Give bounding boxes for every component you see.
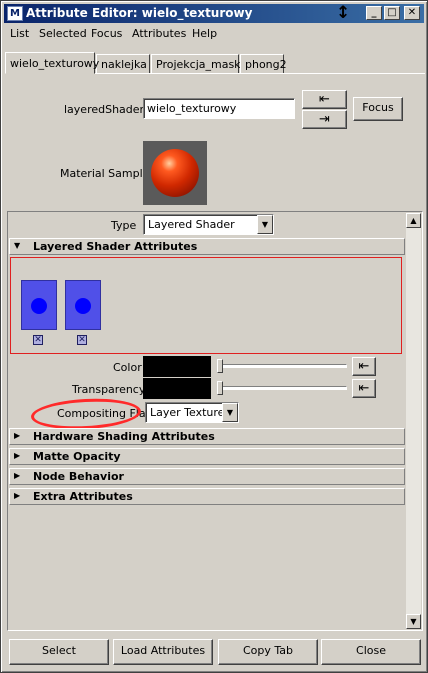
collapsed-arrow-icon: ▶ <box>14 431 21 440</box>
color-map-button[interactable]: ⇤ <box>352 357 376 376</box>
load-attributes-button[interactable]: Load Attributes <box>113 639 213 665</box>
input-connection-icon: ⇤ <box>319 92 330 107</box>
type-label: Type <box>111 219 137 232</box>
layer-stack-area[interactable]: ✕ ✕ <box>10 257 402 354</box>
transparency-slider-handle[interactable] <box>217 381 223 395</box>
section-matte-opacity[interactable]: ▶ Matte Opacity <box>9 448 405 465</box>
resize-cursor-icon: ↕ <box>336 2 350 26</box>
tab-wielo-texturowy[interactable]: wielo_texturowy <box>5 52 99 74</box>
input-connection-button[interactable]: ⇤ <box>302 90 347 109</box>
focus-button[interactable]: Focus <box>353 97 403 121</box>
transparency-slider[interactable] <box>217 386 347 390</box>
compositing-flag-value: Layer Texture <box>150 406 225 419</box>
vertical-scrollbar[interactable]: ▲ ▼ <box>406 213 421 629</box>
close-button[interactable]: Close <box>321 639 421 665</box>
transparency-label: Transparency <box>72 383 146 396</box>
section-node-behavior[interactable]: ▶ Node Behavior <box>9 468 405 485</box>
compositing-dropdown-arrow-icon[interactable]: ▼ <box>222 403 238 422</box>
layer-dot <box>75 298 91 314</box>
menu-help[interactable]: Help <box>192 27 217 40</box>
section-hardware-shading-attributes[interactable]: ▶ Hardware Shading Attributes <box>9 428 405 445</box>
menu-selected[interactable]: Selected <box>39 27 87 40</box>
section-title: Layered Shader Attributes <box>33 240 198 253</box>
section-extra-attributes[interactable]: ▶ Extra Attributes <box>9 488 405 505</box>
material-sample-label: Material Sample <box>60 167 150 180</box>
section-title: Matte Opacity <box>33 450 121 463</box>
close-window-button[interactable]: ✕ <box>404 6 420 20</box>
tab-projekcja-maski[interactable]: Projekcja_maski <box>151 54 244 74</box>
section-title: Extra Attributes <box>33 490 133 503</box>
collapsed-arrow-icon: ▶ <box>14 491 21 500</box>
tab-phong2[interactable]: phong2 <box>240 54 287 74</box>
compositing-flag-dropdown[interactable]: Layer Texture ▼ <box>145 402 239 423</box>
layer-thumbnail-1[interactable] <box>21 280 57 330</box>
remove-layer-1-icon[interactable]: ✕ <box>33 335 43 345</box>
menu-focus[interactable]: Focus <box>91 27 122 40</box>
material-sample-swatch[interactable] <box>143 141 207 205</box>
layer-dot <box>31 298 47 314</box>
node-name-field[interactable]: wielo_texturowy <box>143 98 295 119</box>
map-icon: ⇤ <box>358 359 370 374</box>
collapsed-arrow-icon: ▶ <box>14 451 21 460</box>
material-sphere <box>151 149 199 197</box>
color-swatch[interactable] <box>143 356 211 377</box>
title-bar[interactable]: M Attribute Editor: wielo_texturowy ↕ _ … <box>4 2 424 26</box>
tab-bar: wielo_texturowy naklejka Projekcja_maski… <box>5 52 425 74</box>
map-icon: ⇤ <box>358 381 370 396</box>
compositing-flag-label: Compositing Flag <box>57 407 153 420</box>
maximize-button[interactable]: □ <box>384 6 400 20</box>
maya-app-icon: M <box>7 6 23 21</box>
copy-tab-button[interactable]: Copy Tab <box>218 639 318 665</box>
menu-list[interactable]: List <box>10 27 29 40</box>
tab-naklejka[interactable]: naklejka <box>96 54 150 74</box>
type-dropdown[interactable]: Layered Shader ▼ <box>143 214 274 235</box>
color-label: Color <box>113 361 142 374</box>
type-value: Layered Shader <box>148 218 235 231</box>
attribute-editor-window: M Attribute Editor: wielo_texturowy ↕ _ … <box>0 0 428 673</box>
layer-thumbnail-2[interactable] <box>65 280 101 330</box>
transparency-swatch[interactable] <box>143 378 211 399</box>
section-layered-shader-attributes[interactable]: ▼ Layered Shader Attributes <box>9 238 405 255</box>
color-slider-handle[interactable] <box>217 359 223 373</box>
scroll-up-arrow-icon[interactable]: ▲ <box>406 213 421 228</box>
select-button[interactable]: Select <box>9 639 109 665</box>
color-slider[interactable] <box>217 364 347 368</box>
window-title: Attribute Editor: wielo_texturowy <box>26 6 253 20</box>
scroll-down-arrow-icon[interactable]: ▼ <box>406 614 421 629</box>
expanded-arrow-icon: ▼ <box>14 241 21 250</box>
transparency-map-button[interactable]: ⇤ <box>352 379 376 398</box>
collapsed-arrow-icon: ▶ <box>14 471 21 480</box>
section-title: Hardware Shading Attributes <box>33 430 215 443</box>
menu-attributes[interactable]: Attributes <box>132 27 186 40</box>
remove-layer-2-icon[interactable]: ✕ <box>77 335 87 345</box>
node-type-label: layeredShader: <box>64 103 148 116</box>
minimize-button[interactable]: _ <box>366 6 382 20</box>
section-title: Node Behavior <box>33 470 124 483</box>
menu-bar: List Selected Focus Attributes Help <box>4 24 424 44</box>
output-connection-button[interactable]: ⇥ <box>302 110 347 129</box>
output-connection-icon: ⇥ <box>319 112 330 127</box>
type-dropdown-arrow-icon[interactable]: ▼ <box>257 215 273 234</box>
